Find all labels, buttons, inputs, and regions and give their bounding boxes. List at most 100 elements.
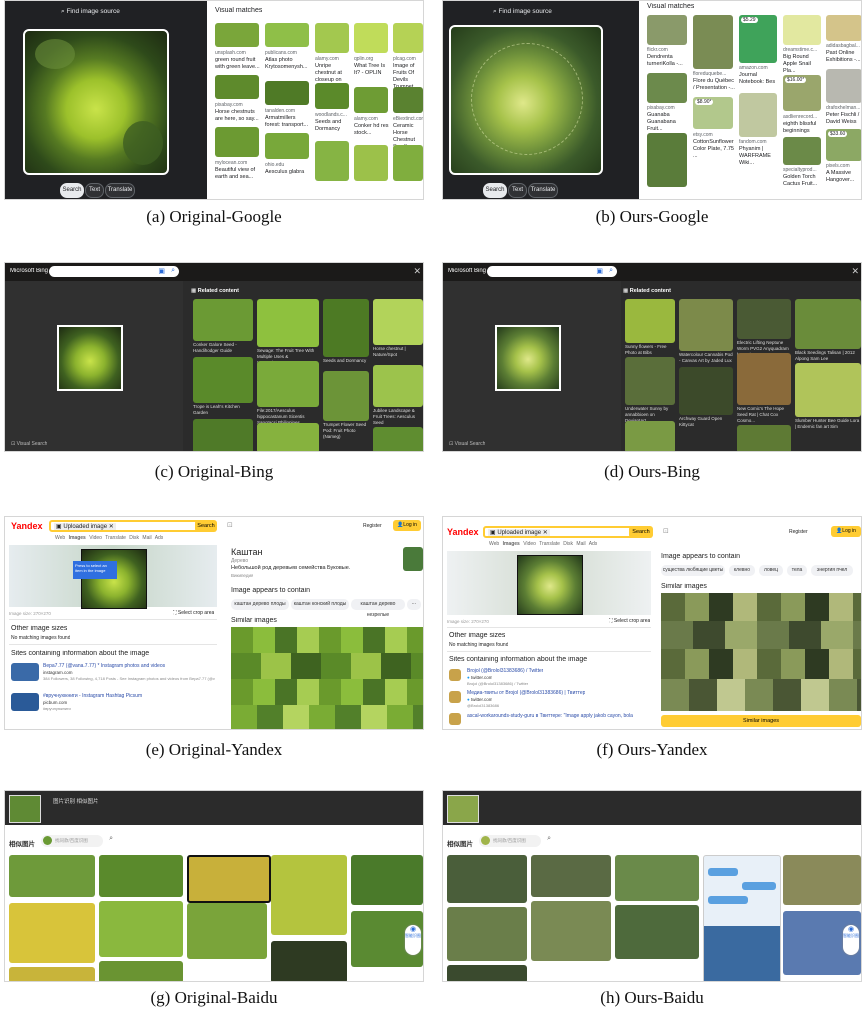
related-thumbnail[interactable] xyxy=(323,371,369,421)
result-image[interactable] xyxy=(615,855,699,901)
uploaded-image-chip[interactable]: ▣ Uploaded image ✕ xyxy=(54,523,116,530)
result-title[interactable]: Past Online Exhibitions -... xyxy=(826,50,861,64)
tag-chip[interactable]: каштан дерево незрелые xyxy=(351,599,405,618)
camera-icon[interactable]: ⊡ xyxy=(227,521,233,529)
tab-mail[interactable]: Mail xyxy=(142,535,151,541)
select-crop-button[interactable]: ⛶ Select crop area xyxy=(173,610,214,616)
tag-chip[interactable]: тела xyxy=(787,565,807,576)
tab-images[interactable]: Images xyxy=(503,541,520,547)
text-mode-button[interactable]: Text xyxy=(85,183,104,198)
result-thumbnail[interactable] xyxy=(693,15,733,69)
result-thumbnail[interactable] xyxy=(739,93,777,137)
chip-close-icon[interactable]: ✕ xyxy=(543,530,548,536)
visual-search-label[interactable]: ⊡ Visual Search xyxy=(449,441,485,447)
related-thumbnail[interactable] xyxy=(257,423,319,451)
related-thumbnail[interactable] xyxy=(625,421,675,451)
result-thumbnail[interactable] xyxy=(647,15,687,45)
result-title[interactable]: Horse chestnuts are here, so say... xyxy=(215,109,261,123)
result-thumbnail[interactable] xyxy=(826,15,861,41)
related-thumbnail[interactable] xyxy=(193,419,253,451)
related-caption[interactable]: Black Seedings Talisan | 2012 Alpong Sam… xyxy=(795,350,861,362)
result-title[interactable]: Conker hd res stock... xyxy=(354,123,390,137)
result-image[interactable] xyxy=(99,901,183,957)
yandex-search-button[interactable]: Search xyxy=(195,520,217,532)
close-icon[interactable]: ✕ xyxy=(851,266,859,277)
result-title[interactable]: What Tree Is It? - OPLIN xyxy=(354,63,390,77)
search-mode-button[interactable]: Search xyxy=(483,183,507,198)
tag-chip[interactable]: каштан дерево плоды xyxy=(231,599,289,610)
result-thumbnail[interactable] xyxy=(265,23,309,47)
result-thumbnail[interactable] xyxy=(783,137,821,165)
related-thumbnail[interactable] xyxy=(373,299,423,345)
related-caption[interactable]: New Comic's The Hope Seed Rat | Chat Cox… xyxy=(737,406,791,424)
result-image[interactable] xyxy=(531,901,611,961)
result-thumbnail[interactable] xyxy=(265,81,309,105)
tag-chip[interactable]: существа любящие цветы xyxy=(661,565,725,576)
entity-source[interactable]: Википедия xyxy=(231,573,253,578)
site-thumbnail[interactable] xyxy=(449,713,461,725)
result-thumbnail[interactable] xyxy=(315,23,349,53)
result-thumbnail[interactable] xyxy=(354,87,388,113)
related-caption[interactable]: Sunny flowers - Free Photo at Bibs xyxy=(625,344,675,356)
related-caption[interactable]: Trope is Leah's Kitchen Garden xyxy=(193,404,253,416)
related-thumbnail[interactable] xyxy=(625,299,675,343)
text-mode-button[interactable]: Text xyxy=(508,183,527,198)
result-image[interactable] xyxy=(531,855,611,897)
smart-search-button[interactable]: ◉ 智能识图 xyxy=(405,925,421,955)
yandex-search-button[interactable]: Search xyxy=(629,526,653,538)
find-image-source-link[interactable]: ⌕ Find image source xyxy=(61,8,120,16)
similar-images-grid[interactable] xyxy=(661,593,861,711)
result-thumbnail[interactable] xyxy=(215,127,259,157)
tag-chip[interactable]: клевно xyxy=(729,565,755,576)
site-thumbnail[interactable] xyxy=(11,693,39,711)
related-caption[interactable]: Trumpet Flower Seed Pod: Fruit Photo (Na… xyxy=(323,422,369,440)
query-image[interactable] xyxy=(517,555,583,615)
tab-images[interactable]: Images xyxy=(69,535,86,541)
result-image[interactable] xyxy=(615,905,699,959)
result-thumbnail[interactable] xyxy=(265,133,309,159)
related-caption[interactable]: Seeds and Dormancy xyxy=(323,358,369,364)
tab-video[interactable]: Video xyxy=(523,541,536,547)
login-button[interactable]: 👤Log in xyxy=(831,526,861,537)
result-title[interactable]: Golden Torch Cactus Fruit... xyxy=(783,174,823,188)
search-icon[interactable]: ⌕ xyxy=(171,267,175,275)
result-image[interactable] xyxy=(9,903,95,963)
related-thumbnail[interactable] xyxy=(193,357,253,403)
related-thumbnail[interactable] xyxy=(323,299,369,357)
tab-mail[interactable]: Mail xyxy=(576,541,585,547)
related-thumbnail[interactable] xyxy=(737,425,791,451)
camera-icon[interactable]: ⊡ xyxy=(663,527,669,535)
entity-thumbnail[interactable] xyxy=(403,547,423,571)
result-title[interactable]: Dendrenta turneriKolla -... xyxy=(647,54,689,68)
result-image[interactable] xyxy=(9,855,95,897)
related-caption[interactable]: Watercolour Cannabis Pod - Canvas Art by… xyxy=(679,352,733,364)
translate-mode-button[interactable]: Translate xyxy=(105,183,135,198)
related-caption[interactable]: Jubilee Landscape & Fruit Trees: Aesculu… xyxy=(373,408,423,426)
search-icon[interactable]: ⌕ xyxy=(109,835,113,843)
result-image[interactable] xyxy=(271,941,347,981)
related-thumbnail[interactable] xyxy=(193,299,253,341)
result-thumbnail[interactable] xyxy=(647,133,687,187)
tab-web[interactable]: Web xyxy=(489,541,499,547)
lens-crop-image[interactable] xyxy=(449,25,603,175)
login-button[interactable]: 👤Log in xyxy=(393,520,421,531)
baidu-search-box[interactable]: 找同款/百度识图 ⌕ xyxy=(479,835,551,847)
yandex-search-box[interactable]: ▣ Uploaded image ✕ xyxy=(49,520,215,532)
tag-chip[interactable]: каштан конский плоды xyxy=(291,599,349,610)
result-title[interactable]: A Massive Hangover... xyxy=(826,170,861,184)
related-thumbnail[interactable] xyxy=(373,427,423,451)
register-link[interactable]: Register xyxy=(363,523,382,529)
related-thumbnail[interactable] xyxy=(257,361,319,407)
related-thumbnail[interactable] xyxy=(737,299,791,339)
register-link[interactable]: Register xyxy=(789,529,808,535)
query-thumbnail[interactable] xyxy=(9,795,41,823)
result-image[interactable] xyxy=(447,907,527,961)
chip-close-icon[interactable]: ✕ xyxy=(109,524,114,530)
yandex-search-box[interactable]: ▣ Uploaded image ✕ xyxy=(483,526,651,538)
result-image[interactable] xyxy=(447,965,527,981)
result-thumbnail[interactable] xyxy=(393,23,423,53)
camera-icon[interactable]: ▣ xyxy=(596,267,603,275)
site-thumbnail[interactable] xyxy=(449,691,461,703)
result-title[interactable]: Armatmillers forest: transport... xyxy=(265,115,311,129)
result-thumbnail[interactable] xyxy=(315,83,349,109)
